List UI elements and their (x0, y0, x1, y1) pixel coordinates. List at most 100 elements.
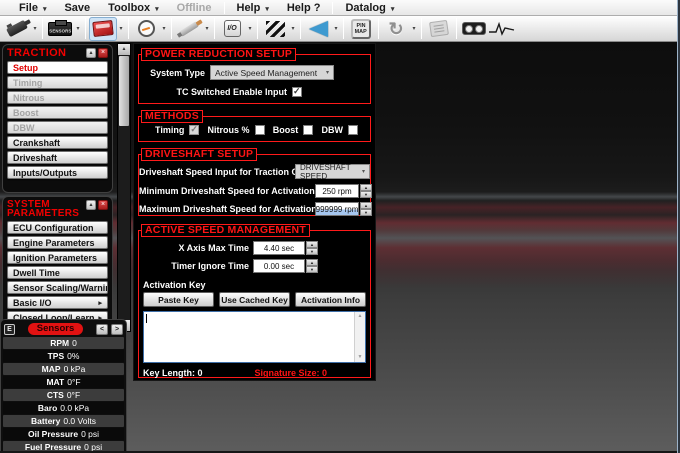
spin-up-icon[interactable] (360, 184, 372, 191)
scroll-down-icon[interactable]: ▼ (355, 353, 365, 362)
menu-file[interactable]: File (10, 0, 55, 15)
min-driveshaft-input[interactable]: 250 rpm (315, 184, 359, 198)
spin-up-icon[interactable] (360, 202, 372, 209)
boost-method-label: Boost (273, 125, 299, 135)
sync-button[interactable]: ↻ (382, 17, 410, 41)
fuel-injector-button[interactable] (3, 17, 31, 41)
scrollbar-thumb[interactable] (119, 56, 129, 126)
timer-ignore-time-input[interactable]: 0.00 sec (253, 259, 305, 273)
sensors-prev-button[interactable]: < (96, 324, 108, 335)
menu-help-question[interactable]: Help ? (278, 0, 330, 15)
ecu-setup-button[interactable] (89, 17, 117, 41)
sensors-next-button[interactable]: > (111, 324, 123, 335)
pin-map-button[interactable]: PINMAP (347, 17, 375, 41)
sidebar-item-ignition-parameters[interactable]: Ignition Parameters (7, 251, 108, 264)
spin-up-icon[interactable] (306, 259, 318, 266)
boost-method-checkbox[interactable] (303, 125, 313, 135)
sidebar-item-crankshaft[interactable]: Crankshaft (7, 136, 108, 149)
sidebar-item-engine-parameters[interactable]: Engine Parameters (7, 236, 108, 249)
timing-method-checkbox (189, 125, 199, 135)
gauge-button[interactable] (132, 17, 160, 41)
sidebar-item-dwell-time[interactable]: Dwell Time (7, 266, 108, 279)
sidebar-item-timing: Timing (7, 76, 108, 89)
chevron-down-icon[interactable] (160, 17, 168, 41)
toolbar-separator (300, 18, 301, 39)
tc-switched-checkbox[interactable] (292, 87, 302, 97)
use-cached-key-button[interactable]: Use Cached Key (219, 292, 290, 307)
chevron-down-icon[interactable] (117, 17, 125, 41)
sensors-module-button[interactable]: SENSORS (46, 17, 74, 41)
dual-gauges-button[interactable] (460, 17, 488, 41)
nitrous-method-checkbox[interactable] (255, 125, 265, 135)
sidebar-item-basic-io[interactable]: Basic I/O▸ (7, 296, 108, 309)
scroll-up-icon[interactable]: ▲ (355, 312, 365, 321)
key-length-status: Key Length: 0 (143, 368, 203, 378)
collapse-panel-button[interactable]: ▴ (86, 200, 96, 210)
sensor-row: Fuel Pressure0 psi (3, 441, 124, 453)
timer-ignore-time-label: Timer Ignore Time (139, 261, 249, 271)
chevron-down-icon[interactable] (289, 17, 297, 41)
toolbar-separator (171, 18, 172, 39)
timing-wedge-button[interactable] (304, 17, 332, 41)
toolbar-separator (214, 18, 215, 39)
chevron-down-icon (391, 2, 395, 14)
spin-up-icon[interactable] (306, 241, 318, 248)
datalog-trace-button[interactable] (488, 17, 516, 41)
sensors-panel-title: Sensors (28, 323, 84, 335)
toolbar-separator (128, 18, 129, 39)
chevron-down-icon[interactable] (246, 17, 254, 41)
driveshaft-input-dropdown[interactable]: DRIVESHAFT SPEED (295, 164, 370, 179)
datalog-trace-icon (489, 22, 515, 36)
spin-down-icon[interactable] (360, 209, 372, 216)
close-panel-button[interactable]: × (98, 48, 108, 58)
max-driveshaft-label: Maximum Driveshaft Speed for Activation (139, 204, 311, 214)
system-type-dropdown[interactable]: Active Speed Management (210, 65, 334, 80)
ignition-button[interactable] (261, 17, 289, 41)
nitrous-method-label: Nitrous % (208, 125, 250, 135)
scroll-up-icon[interactable]: ▲ (118, 44, 130, 55)
chevron-down-icon[interactable] (31, 17, 39, 41)
activation-info-button[interactable]: Activation Info (295, 292, 366, 307)
textarea-scrollbar[interactable]: ▲ ▼ (354, 312, 365, 362)
group-title: POWER REDUCTION SETUP (141, 48, 296, 61)
system-parameters-title: SYSTEM PARAMETERS (7, 200, 79, 218)
menu-toolbox[interactable]: Toolbox (99, 0, 167, 15)
spin-down-icon[interactable] (360, 191, 372, 198)
spin-down-icon[interactable] (306, 248, 318, 255)
spark-plug-button[interactable] (175, 17, 203, 41)
sidebar-item-sensor-scaling[interactable]: Sensor Scaling/Warnings▸ (7, 281, 108, 294)
spark-plug-icon (179, 21, 199, 37)
menu-save[interactable]: Save (55, 0, 99, 15)
sidebar-scrollbar[interactable]: ▲ ▼ (117, 43, 131, 332)
sidebar-item-driveshaft[interactable]: Driveshaft (7, 151, 108, 164)
activation-key-textarea[interactable]: ▲ ▼ (143, 311, 366, 363)
sensor-row: Oil Pressure0 psi (3, 428, 124, 440)
system-type-label: System Type (139, 68, 205, 78)
x-axis-max-time-label: X Axis Max Time (139, 243, 249, 253)
chevron-down-icon[interactable] (410, 17, 418, 41)
chevron-down-icon[interactable] (203, 17, 211, 41)
chevron-down-icon[interactable] (74, 17, 82, 41)
sidebar-item-inputs-outputs[interactable]: Inputs/Outputs (7, 166, 108, 179)
menu-offline: Offline (168, 0, 221, 15)
menu-datalog[interactable]: Datalog (336, 0, 403, 15)
dbw-method-checkbox[interactable] (348, 125, 358, 135)
sidebar-item-ecu-configuration[interactable]: ECU Configuration (7, 221, 108, 234)
spin-down-icon[interactable] (306, 266, 318, 273)
io-button[interactable]: I/O (218, 17, 246, 41)
menu-help[interactable]: Help (228, 0, 278, 15)
sidebar-item-setup[interactable]: Setup (7, 61, 108, 74)
collapse-panel-button[interactable]: ▴ (86, 48, 96, 58)
submenu-arrow-icon: ▸ (98, 299, 102, 307)
max-driveshaft-input[interactable]: 999999 rpm (315, 202, 359, 216)
sensor-row: Baro0.0 kPa (3, 402, 124, 414)
expand-sensors-button[interactable]: E (4, 324, 15, 335)
traction-panel: TRACTION ▴ × Setup Timing Nitrous Boost … (2, 44, 113, 193)
notes-button (425, 17, 453, 41)
chevron-down-icon[interactable] (332, 17, 340, 41)
close-panel-button[interactable]: × (98, 200, 108, 210)
x-axis-max-time-input[interactable]: 4.40 sec (253, 241, 305, 255)
power-reduction-window: POWER REDUCTION SETUP System Type Active… (133, 43, 376, 381)
toolbar-separator (456, 18, 457, 39)
paste-key-button[interactable]: Paste Key (143, 292, 214, 307)
